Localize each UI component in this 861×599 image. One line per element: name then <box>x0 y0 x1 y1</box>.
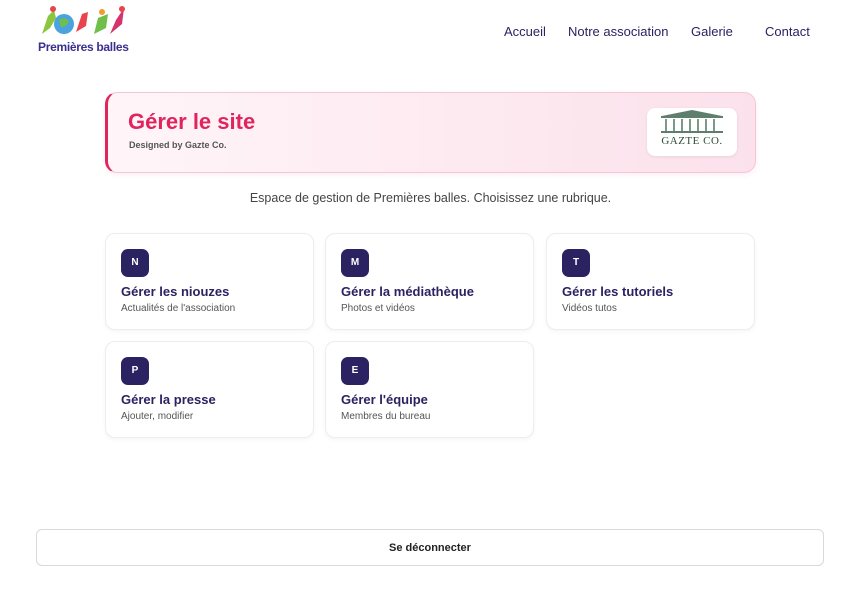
banner-subtitle: Designed by Gazte Co. <box>129 140 227 150</box>
page-title: Gérer le site <box>128 109 256 134</box>
card-title: Gérer la médiathèque <box>341 284 474 299</box>
gazte-co-logo: GAZTE CO. <box>647 108 737 156</box>
card-badge: N <box>121 249 149 277</box>
card-niouzes[interactable]: N Gérer les niouzes Actualités de l'asso… <box>105 233 314 330</box>
gazte-logo-text: GAZTE CO. <box>661 135 723 147</box>
card-title: Gérer l'équipe <box>341 392 428 407</box>
card-title: Gérer la presse <box>121 392 216 407</box>
card-presse[interactable]: P Gérer la presse Ajouter, modifier <box>105 341 314 438</box>
nav-contact[interactable]: Contact <box>765 24 810 39</box>
logout-button[interactable]: Se déconnecter <box>36 529 824 566</box>
admin-banner: Gérer le site Designed by Gazte Co. GAZT… <box>105 92 756 173</box>
nav-notre-association[interactable]: Notre association <box>568 24 668 39</box>
card-equipe[interactable]: E Gérer l'équipe Membres du bureau <box>325 341 534 438</box>
card-badge: P <box>121 357 149 385</box>
card-badge: M <box>341 249 369 277</box>
card-badge: T <box>562 249 590 277</box>
card-description: Actualités de l'association <box>121 303 236 314</box>
card-mediatheque[interactable]: M Gérer la médiathèque Photos et vidéos <box>325 233 534 330</box>
card-description: Photos et vidéos <box>341 303 415 314</box>
card-description: Ajouter, modifier <box>121 411 194 422</box>
logo-text: Premières balles <box>38 40 129 54</box>
card-title: Gérer les tutoriels <box>562 284 674 299</box>
intro-text: Espace de gestion de Premières balles. C… <box>249 191 612 205</box>
nav-galerie[interactable]: Galerie <box>691 24 733 39</box>
main-nav: Accueil Notre association Galerie Contac… <box>0 24 861 40</box>
building-icon <box>661 110 723 133</box>
nav-accueil[interactable]: Accueil <box>504 24 546 39</box>
card-description: Vidéos tutos <box>562 303 617 314</box>
card-title: Gérer les niouzes <box>121 284 230 299</box>
card-badge: E <box>341 357 369 385</box>
card-tutoriels[interactable]: T Gérer les tutoriels Vidéos tutos <box>546 233 755 330</box>
card-description: Membres du bureau <box>341 411 431 422</box>
